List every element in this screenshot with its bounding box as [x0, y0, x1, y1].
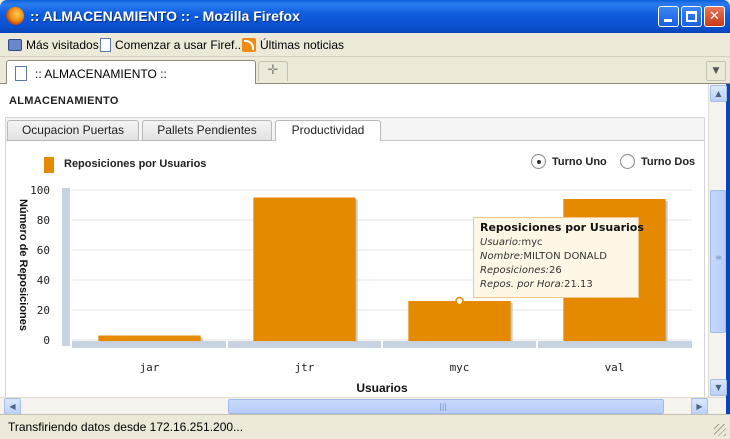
y-axis-title: Número de Reposiciones: [17, 199, 29, 331]
tooltip-row-usuario: Usuario:myc: [480, 236, 632, 250]
tooltip-row-repos-hora: Repos. por Hora:21.13: [480, 278, 632, 292]
browser-tab-strip: :: ALMACENAMIENTO :: ✛ ▼: [0, 57, 730, 85]
scroll-up-button[interactable]: ▲: [710, 85, 727, 102]
tooltip-row-nombre: Nombre:MILTON DONALD: [480, 250, 632, 264]
x-tick-label: myc: [450, 361, 470, 374]
maximize-icon: [686, 11, 697, 22]
tooltip-title: Reposiciones por Usuarios: [480, 221, 644, 234]
bar-jar: [98, 335, 201, 341]
bookmark-label: Comenzar a usar Firef...: [115, 38, 245, 52]
y-tick-label: 60: [37, 244, 50, 257]
scroll-left-button[interactable]: ◀: [4, 398, 21, 415]
scroll-right-button[interactable]: ▶: [691, 398, 708, 415]
tooltip-key: Usuario:: [480, 237, 522, 248]
tab-list-button[interactable]: ▼: [706, 61, 726, 81]
status-bar: Transfiriendo datos desde 172.16.251.200…: [0, 414, 730, 439]
status-text: Transfiriendo datos desde 172.16.251.200…: [8, 420, 244, 434]
horizontal-scroll-thumb[interactable]: |||: [228, 399, 664, 414]
maximize-button[interactable]: [681, 6, 702, 27]
bar-myc: [408, 301, 511, 341]
y-tick-label: 40: [37, 274, 50, 287]
horizontal-scrollbar[interactable]: ◀ ||| ▶: [0, 397, 726, 415]
window-title: :: ALMACENAMIENTO :: - Mozilla Firefox: [30, 8, 300, 24]
tooltip-key: Nombre:: [480, 251, 524, 262]
page-title: ALMACENAMIENTO: [9, 95, 119, 107]
grip-icon: ≡: [715, 253, 722, 262]
page-icon: [100, 38, 111, 52]
tooltip-value: 21.13: [564, 279, 593, 290]
vertical-scrollbar[interactable]: ▲ ≡ ▼: [708, 84, 727, 397]
vertical-scroll-thumb[interactable]: ≡: [710, 190, 726, 333]
bookmark-getting-started[interactable]: Comenzar a usar Firef...: [100, 37, 244, 53]
y-tick-label: 100: [30, 184, 50, 197]
tooltip-key: Reposiciones:: [480, 265, 550, 276]
tooltip-value: 26: [549, 265, 562, 276]
y-tick-label: 20: [37, 304, 50, 317]
bookmark-label: Últimas noticias: [260, 38, 345, 52]
tab-ocupacion-puertas[interactable]: Ocupacion Puertas: [7, 120, 139, 141]
x-tick-label: jar: [140, 361, 160, 374]
bar-jtr: [253, 197, 356, 341]
tooltip-key: Repos. por Hora:: [480, 279, 565, 290]
scroll-down-button[interactable]: ▼: [710, 379, 727, 396]
x-tick-label: val: [605, 361, 625, 374]
rss-feed-icon: [242, 38, 256, 52]
close-button[interactable]: ✕: [704, 6, 725, 27]
grip-icon: |||: [439, 402, 448, 411]
close-icon: ✕: [709, 9, 720, 24]
browser-tab-almacenamiento[interactable]: :: ALMACENAMIENTO ::: [6, 60, 256, 85]
new-tab-button[interactable]: ✛: [258, 61, 288, 81]
minimize-icon: [664, 19, 672, 22]
firefox-logo-icon: [6, 7, 24, 25]
y-axis-band: [62, 188, 70, 346]
bookmarks-folder-icon: [8, 39, 22, 51]
minimize-button[interactable]: [658, 6, 679, 27]
bookmark-most-visited[interactable]: Más visitados: [8, 37, 99, 53]
y-tick-label: 80: [37, 214, 50, 227]
hover-marker: [455, 296, 464, 306]
window-title-bar[interactable]: :: ALMACENAMIENTO :: - Mozilla Firefox ✕: [0, 0, 730, 33]
tab-pallets-pendientes[interactable]: Pallets Pendientes: [142, 120, 272, 141]
bookmark-label: Más visitados: [26, 38, 99, 52]
tab-productividad[interactable]: Productividad: [275, 120, 381, 142]
x-axis-title: Usuarios: [356, 381, 408, 395]
bookmarks-toolbar: Más visitados Comenzar a usar Firef... Ú…: [0, 33, 730, 57]
bookmark-latest-news[interactable]: Últimas noticias: [242, 37, 344, 53]
resize-grip[interactable]: [714, 424, 726, 436]
page-viewport: ALMACENAMIENTO Ocupacion Puertas Pallets…: [0, 84, 708, 397]
chart-tooltip: Reposiciones por Usuarios Usuario:myc No…: [473, 217, 644, 298]
productivity-chart-panel: Reposiciones por Usuarios Turno Uno Turn…: [5, 141, 705, 397]
x-tick-label: jtr: [295, 361, 315, 374]
page-icon: [15, 66, 27, 81]
y-tick-label: 0: [43, 334, 50, 347]
browser-tab-label: :: ALMACENAMIENTO ::: [35, 67, 167, 81]
tooltip-row-reposiciones: Reposiciones:26: [480, 264, 632, 278]
tooltip-value: myc: [521, 237, 543, 248]
tooltip-value: MILTON DONALD: [523, 251, 607, 262]
